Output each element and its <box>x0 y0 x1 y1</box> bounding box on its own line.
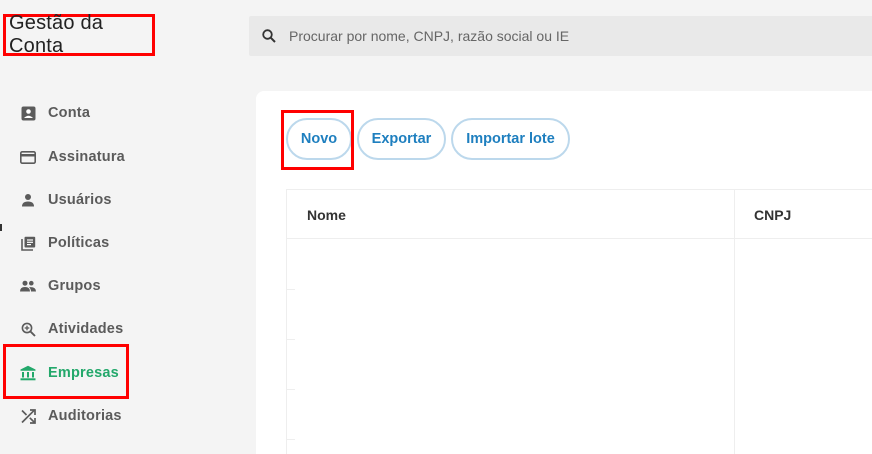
account-box-icon <box>20 105 36 121</box>
import-batch-button[interactable]: Importar lote <box>451 118 570 160</box>
sidebar-item-label: Conta <box>48 105 91 121</box>
column-header-nome[interactable]: Nome <box>307 190 346 239</box>
edge-marker <box>0 224 2 231</box>
sidebar-item-label: Políticas <box>48 235 110 251</box>
search-input[interactable] <box>289 28 789 44</box>
credit-card-icon <box>20 149 36 165</box>
column-header-cnpj[interactable]: CNPJ <box>754 190 791 239</box>
row-divider <box>287 289 295 290</box>
companies-table: Nome CNPJ <box>286 189 872 454</box>
column-divider <box>734 190 735 454</box>
sidebar-item-conta[interactable]: Conta <box>20 101 90 125</box>
sidebar-item-usuarios[interactable]: Usuários <box>20 188 112 212</box>
shuffle-icon <box>20 408 36 424</box>
highlight-new-button <box>281 110 354 170</box>
sidebar-item-grupos[interactable]: Grupos <box>20 274 101 298</box>
sidebar-item-politicas[interactable]: Políticas <box>20 231 109 255</box>
app-title: Gestão da Conta <box>3 12 155 57</box>
person-icon <box>20 192 36 208</box>
row-divider <box>287 439 295 440</box>
zoom-in-icon <box>20 321 36 337</box>
people-icon <box>20 278 36 294</box>
row-divider <box>287 339 295 340</box>
row-divider <box>287 389 295 390</box>
sidebar-item-label: Atividades <box>48 321 124 337</box>
library-books-icon <box>20 235 36 251</box>
export-button[interactable]: Exportar <box>357 118 446 160</box>
sidebar-item-label: Auditorias <box>48 408 122 424</box>
sidebar-item-assinatura[interactable]: Assinatura <box>20 145 125 169</box>
highlight-empresas <box>3 344 129 399</box>
sidebar-item-atividades[interactable]: Atividades <box>20 317 123 341</box>
sidebar-item-label: Grupos <box>48 278 101 294</box>
search-icon <box>261 28 277 44</box>
sidebar-item-label: Assinatura <box>48 149 125 165</box>
sidebar-item-label: Usuários <box>48 192 112 208</box>
table-header: Nome CNPJ <box>287 190 872 239</box>
sidebar-item-auditorias[interactable]: Auditorias <box>20 404 122 428</box>
search-bar[interactable] <box>249 16 872 56</box>
